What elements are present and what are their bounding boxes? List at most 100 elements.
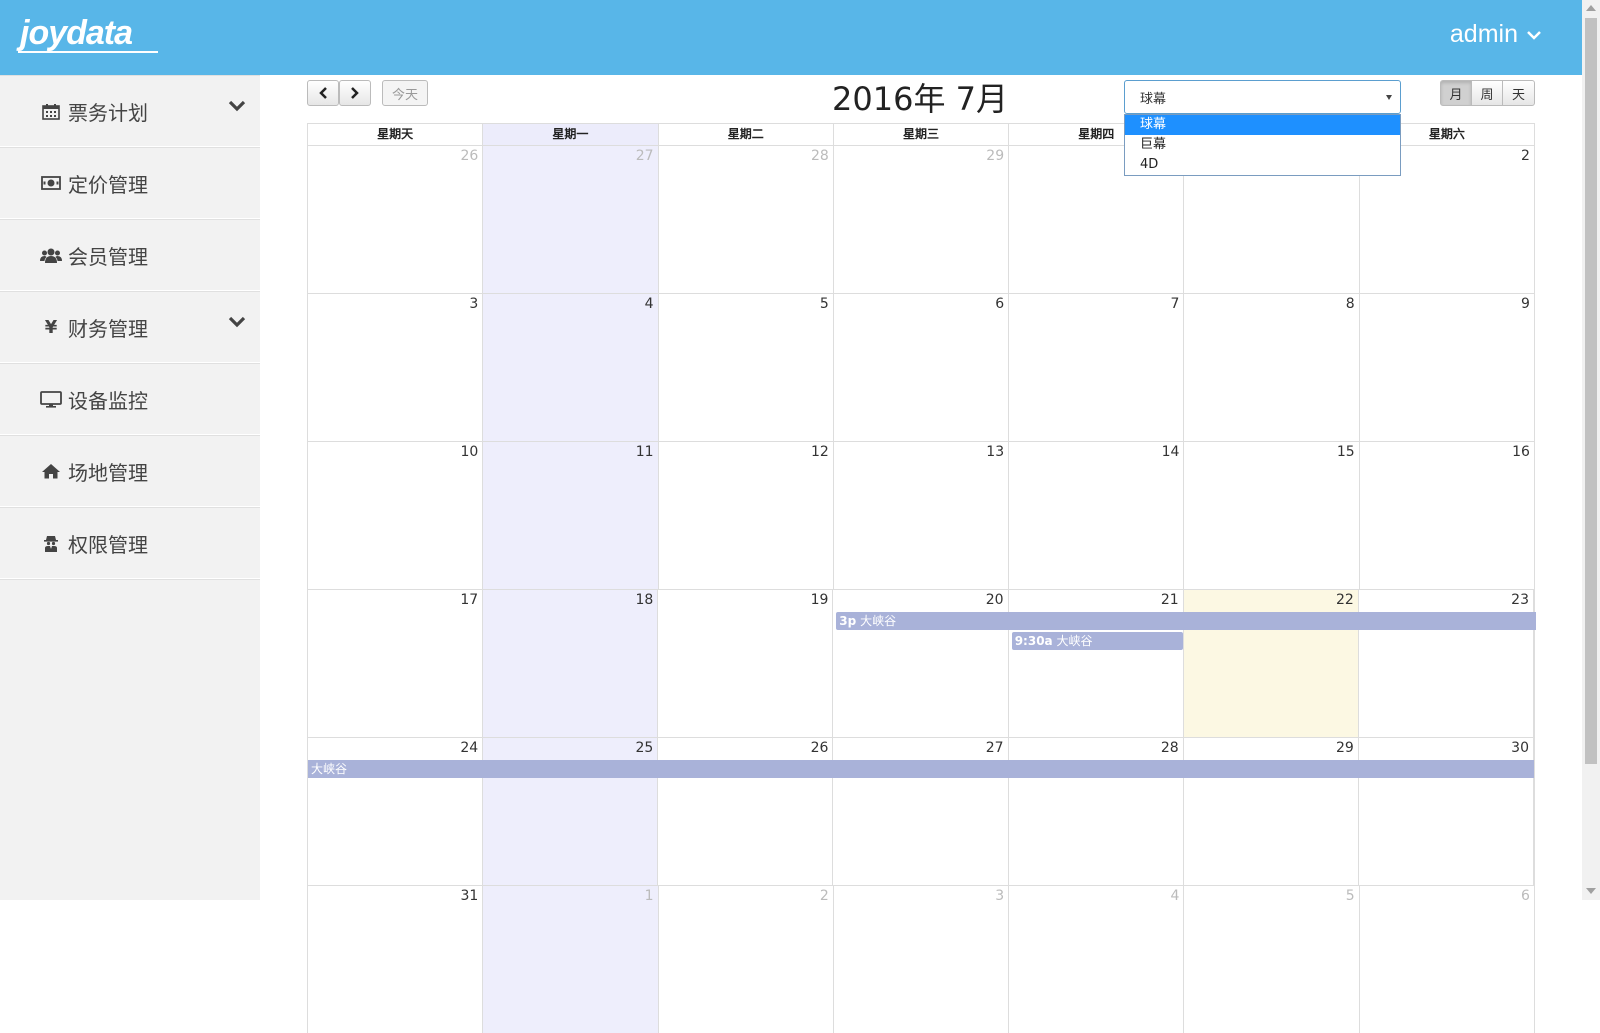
- day-cell[interactable]: 3: [308, 294, 484, 441]
- day-number: 25: [635, 740, 654, 756]
- week-row: 24 25 26 27 28 29 30 大峡谷: [307, 737, 1535, 885]
- sidebar-item-label: 定价管理: [68, 172, 148, 197]
- scroll-down-arrow[interactable]: [1586, 888, 1596, 894]
- day-cell[interactable]: 17: [308, 590, 484, 737]
- day-cell[interactable]: 10: [308, 442, 484, 589]
- week-row: 3 4 5 6 7 8 9: [307, 293, 1535, 441]
- day-cell[interactable]: 28: [659, 146, 834, 293]
- day-number: 2: [1521, 148, 1530, 164]
- weekday-header: 星期二: [659, 124, 834, 145]
- sidebar-item-4[interactable]: 设备监控: [0, 363, 260, 435]
- day-cell[interactable]: 6: [1360, 886, 1534, 1033]
- day-cell[interactable]: 15: [1184, 442, 1360, 589]
- day-number: 21: [1160, 592, 1179, 608]
- sidebar-item-1[interactable]: 定价管理: [0, 147, 260, 219]
- view-day-button[interactable]: 天: [1502, 80, 1535, 106]
- day-number: 18: [635, 592, 654, 608]
- day-cell[interactable]: 11: [483, 442, 659, 589]
- theater-dropdown-list: 球幕 巨幕 4D: [1124, 114, 1401, 176]
- day-number: 28: [1160, 740, 1179, 756]
- theater-select-value: 球幕: [1140, 91, 1167, 107]
- day-cell[interactable]: 6: [834, 294, 1010, 441]
- week-row: 31 1 2 3 4 5 6: [307, 885, 1535, 1033]
- theater-option-2[interactable]: 4D: [1125, 155, 1400, 175]
- day-cell[interactable]: 26: [308, 146, 484, 293]
- sidebar-item-3[interactable]: ¥ 财务管理: [0, 291, 260, 363]
- calendar-event[interactable]: 3p 大峡谷: [836, 612, 1536, 630]
- day-number: 6: [1521, 888, 1530, 904]
- sidebar-item-6[interactable]: 权限管理: [0, 507, 260, 579]
- day-cell[interactable]: 12: [659, 442, 834, 589]
- user-name: admin: [1449, 20, 1518, 48]
- prev-month-button[interactable]: [307, 80, 339, 106]
- day-cell[interactable]: 19: [658, 590, 834, 737]
- day-number: 13: [986, 444, 1005, 460]
- day-cell[interactable]: 14: [1009, 442, 1185, 589]
- day-cell[interactable]: 13: [834, 442, 1010, 589]
- user-menu[interactable]: admin: [1450, 20, 1542, 49]
- next-month-button[interactable]: [339, 80, 371, 106]
- theater-select[interactable]: 球幕: [1124, 80, 1401, 114]
- scroll-thumb[interactable]: [1585, 18, 1597, 764]
- event-title: 大峡谷: [1056, 634, 1093, 648]
- day-number: 2: [819, 888, 829, 904]
- day-cell[interactable]: 27: [483, 146, 659, 293]
- day-number: 16: [1512, 444, 1530, 460]
- day-number: 5: [819, 296, 829, 312]
- user-secret-icon: [40, 534, 62, 552]
- calendar-event[interactable]: 9:30a 大峡谷: [1011, 632, 1184, 650]
- sidebar-item-0[interactable]: 票务计划: [0, 75, 260, 147]
- sidebar: 票务计划定价管理会员管理 ¥ 财务管理设备监控场地管理 权限管理: [0, 75, 260, 900]
- weekday-header: 星期一: [483, 124, 659, 145]
- calendar-event[interactable]: 大峡谷: [308, 760, 1534, 778]
- day-number: 4: [1170, 888, 1180, 904]
- sidebar-item-label: 设备监控: [68, 388, 148, 413]
- day-number: 15: [1336, 444, 1355, 460]
- page-scrollbar[interactable]: [1582, 0, 1600, 900]
- day-number: 6: [995, 296, 1005, 312]
- event-time: 9:30a: [1014, 634, 1053, 648]
- theater-option-1[interactable]: 巨幕: [1125, 135, 1400, 155]
- sidebar-item-label: 财务管理: [68, 316, 148, 341]
- view-week-button[interactable]: 周: [1471, 80, 1503, 106]
- day-cell[interactable]: 4: [483, 294, 659, 441]
- scroll-up-arrow[interactable]: [1586, 5, 1596, 11]
- sidebar-item-2[interactable]: 会员管理: [0, 219, 260, 291]
- day-cell[interactable]: 29: [834, 146, 1010, 293]
- weekday-header: 星期三: [834, 124, 1010, 145]
- day-number: 4: [644, 296, 654, 312]
- day-number: 26: [810, 740, 829, 756]
- day-cell[interactable]: 9: [1360, 294, 1534, 441]
- chevron-down-icon[interactable]: [228, 100, 246, 112]
- day-cell[interactable]: 31: [308, 886, 484, 1033]
- day-cell[interactable]: 7: [1009, 294, 1185, 441]
- day-cell[interactable]: 4: [1009, 886, 1185, 1033]
- day-cell[interactable]: 8: [1184, 294, 1360, 441]
- sidebar-item-5[interactable]: 场地管理: [0, 435, 260, 507]
- day-cell[interactable]: 3: [834, 886, 1010, 1033]
- day-number: 22: [1336, 592, 1354, 608]
- day-cell[interactable]: 5: [659, 294, 834, 441]
- day-cell[interactable]: 5: [1184, 886, 1360, 1033]
- chevron-down-icon[interactable]: [228, 316, 246, 328]
- day-number: 29: [986, 148, 1005, 164]
- weekday-header: 星期天: [308, 124, 484, 145]
- day-cell[interactable]: 16: [1360, 442, 1534, 589]
- day-number: 12: [811, 444, 829, 460]
- day-number: 28: [811, 148, 829, 164]
- day-number: 24: [460, 740, 479, 756]
- day-number: 3: [995, 888, 1005, 904]
- today-button[interactable]: 今天: [382, 80, 428, 106]
- money-icon: [40, 174, 62, 192]
- day-number: 27: [985, 740, 1004, 756]
- sidebar-item-label: 会员管理: [68, 244, 148, 269]
- app-logo[interactable]: joydata: [20, 14, 133, 53]
- day-cell[interactable]: 2: [659, 886, 834, 1033]
- day-cell[interactable]: 18: [483, 590, 659, 737]
- day-number: 17: [460, 592, 479, 608]
- day-cell[interactable]: 1: [483, 886, 659, 1033]
- view-month-button[interactable]: 月: [1440, 80, 1472, 106]
- day-number: 30: [1511, 740, 1529, 756]
- users-icon: [40, 246, 62, 264]
- theater-option-0[interactable]: 球幕: [1125, 115, 1400, 135]
